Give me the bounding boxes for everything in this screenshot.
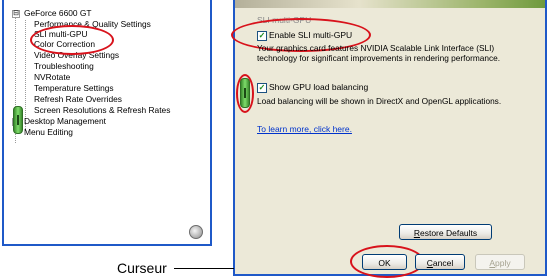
tree-item-troubleshooting[interactable]: Troubleshooting <box>34 61 94 71</box>
ok-button-highlight-oval <box>350 245 424 278</box>
tree-item-desktop-management[interactable]: Desktop Management <box>24 116 106 126</box>
handle-highlight-oval <box>236 74 254 113</box>
sli-description: Your graphics card features NVIDIA Scala… <box>257 43 501 63</box>
settings-panel: SLI multi-GPU ✓ Enable SLI multi-GPU You… <box>231 0 547 278</box>
header-banner <box>235 0 545 8</box>
hand-cursor-icon <box>189 225 203 239</box>
gpu-balancing-label[interactable]: Show GPU load balancing <box>269 82 368 92</box>
tree-item-refresh-rate-overrides[interactable]: Refresh Rate Overrides <box>34 94 122 104</box>
balancing-description: Load balancing will be shown in DirectX … <box>257 96 502 106</box>
callout-line <box>174 268 234 269</box>
callout-label: Curseur <box>117 260 167 276</box>
selection-highlight-oval <box>30 25 114 55</box>
tree-connector-line <box>25 20 26 131</box>
checkmark-icon: ✓ <box>258 83 266 92</box>
tree-panel: ⊟ GeForce 6600 GT Performance & Quality … <box>2 0 212 246</box>
learn-more-link[interactable]: To learn more, click here. <box>257 124 352 134</box>
tree-item-menu-editing[interactable]: Menu Editing <box>24 127 73 137</box>
apply-button[interactable]: Apply <box>475 254 525 270</box>
grip-icon <box>17 115 19 125</box>
tree-item-nvrotate[interactable]: NVRotate <box>34 72 70 82</box>
tree-item-temperature-settings[interactable]: Temperature Settings <box>34 83 114 93</box>
gpu-balancing-checkbox[interactable]: ✓ <box>257 83 267 93</box>
restore-defaults-button[interactable]: Restore Defaults <box>399 224 492 240</box>
collapse-icon[interactable]: ⊟ <box>12 10 20 18</box>
tree-item-geforce-6600-gt[interactable]: GeForce 6600 GT <box>24 8 92 18</box>
cancel-button[interactable]: Cancel <box>415 254 465 270</box>
slider-handle-icon[interactable] <box>13 106 23 134</box>
tree-item-screen-resolutions-refresh-rates[interactable]: Screen Resolutions & Refresh Rates <box>34 105 170 115</box>
